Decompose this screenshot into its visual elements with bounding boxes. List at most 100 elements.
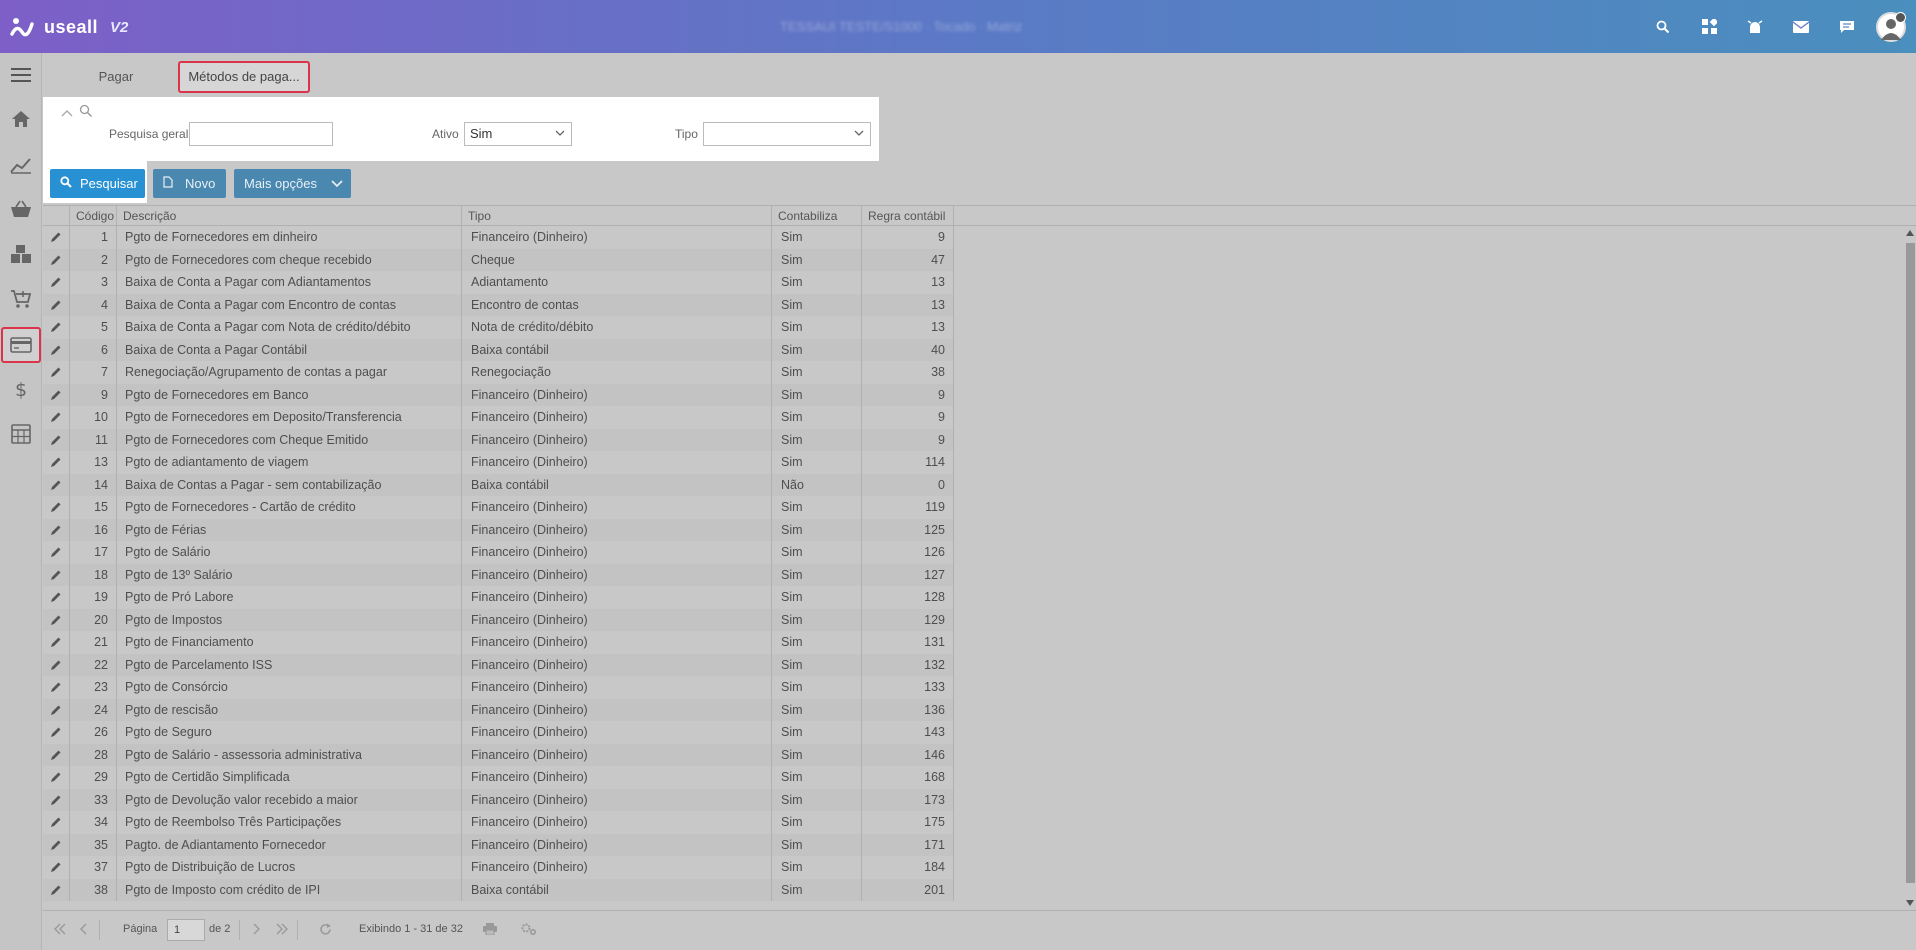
edit-row-icon[interactable] xyxy=(43,361,70,384)
edit-row-icon[interactable] xyxy=(43,406,70,429)
edit-row-icon[interactable] xyxy=(43,586,70,609)
table-row[interactable]: 11 Pgto de Fornecedores com Cheque Emitid… xyxy=(43,428,954,451)
col-header-tipo[interactable]: Tipo xyxy=(462,206,772,226)
table-row[interactable]: 4 Baixa de Conta a Pagar com Encontro de … xyxy=(43,293,954,316)
edit-row-icon[interactable] xyxy=(43,878,70,901)
edit-row-icon[interactable] xyxy=(43,721,70,744)
search-button[interactable]: Pesquisar xyxy=(50,169,145,198)
table-row[interactable]: 35 Pagto. de Adiantamento Fornecedor Finan… xyxy=(43,833,954,856)
chevron-up-icon[interactable] xyxy=(61,106,73,120)
table-row[interactable]: 5 Baixa de Conta a Pagar com Nota de créd… xyxy=(43,316,954,339)
table-row[interactable]: 33 Pgto de Devolução valor recebido a mai… xyxy=(43,788,954,811)
basket-icon[interactable] xyxy=(0,189,42,229)
edit-row-icon[interactable] xyxy=(43,518,70,541)
previous-page-icon[interactable] xyxy=(79,923,87,938)
edit-row-icon[interactable] xyxy=(43,608,70,631)
table-row[interactable]: 1 Pgto de Fornecedores em dinheiro Finance… xyxy=(43,226,954,249)
general-search-input[interactable] xyxy=(189,122,333,146)
table-row[interactable]: 29 Pgto de Certidão Simplificada Financeir… xyxy=(43,766,954,789)
chat-icon[interactable] xyxy=(1824,0,1870,53)
table-row[interactable]: 21 Pgto de Financiamento Financeiro (Dinhe… xyxy=(43,631,954,654)
table-row[interactable]: 6 Baixa de Conta a Pagar Contábil Baixa co… xyxy=(43,338,954,361)
table-row[interactable]: 26 Pgto de Seguro Financeiro (Dinheiro) Sim… xyxy=(43,721,954,744)
new-button[interactable]: Novo xyxy=(153,169,226,198)
table-row[interactable]: 13 Pgto de adiantamento de viagem Financei… xyxy=(43,451,954,474)
refresh-icon[interactable] xyxy=(319,923,332,939)
table-row[interactable]: 16 Pgto de Férias Financeiro (Dinheiro) Sim… xyxy=(43,518,954,541)
table-row[interactable]: 38 Pgto de Imposto com crédito de IPI Baix… xyxy=(43,878,954,901)
dollar-icon[interactable]: $ xyxy=(0,369,42,409)
next-page-icon[interactable] xyxy=(253,923,261,938)
table-row[interactable]: 22 Pgto de Parcelamento ISS Financeiro (Di… xyxy=(43,653,954,676)
edit-row-icon[interactable] xyxy=(43,743,70,766)
apps-icon[interactable] xyxy=(1686,0,1732,53)
scrollbar-thumb[interactable] xyxy=(1906,243,1915,883)
table-row[interactable]: 18 Pgto de 13º Salário Financeiro (Dinheir… xyxy=(43,563,954,586)
search-icon[interactable] xyxy=(1640,0,1686,53)
filter-toggle[interactable] xyxy=(61,104,93,121)
boxes-icon[interactable] xyxy=(0,234,42,274)
edit-row-icon[interactable] xyxy=(43,271,70,294)
edit-row-icon[interactable] xyxy=(43,631,70,654)
table-row[interactable]: 2 Pgto de Fornecedores com cheque recebid… xyxy=(43,248,954,271)
last-page-icon[interactable] xyxy=(275,923,289,938)
cart-icon[interactable] xyxy=(0,279,42,319)
tab-metodos-pagamento[interactable]: Métodos de paga... xyxy=(178,61,310,93)
user-avatar[interactable] xyxy=(1876,11,1906,42)
table-row[interactable]: 24 Pgto de rescisão Financeiro (Dinheiro) S… xyxy=(43,698,954,721)
first-page-icon[interactable] xyxy=(53,923,67,938)
edit-row-icon[interactable] xyxy=(43,338,70,361)
home-icon[interactable] xyxy=(0,99,42,139)
edit-row-icon[interactable] xyxy=(43,698,70,721)
edit-row-icon[interactable] xyxy=(43,653,70,676)
table-row[interactable]: 9 Pgto de Fornecedores em Banco Financeiro… xyxy=(43,383,954,406)
table-row[interactable]: 15 Pgto de Fornecedores - Cartão de crédi… xyxy=(43,496,954,519)
edit-row-icon[interactable] xyxy=(43,541,70,564)
table-row[interactable]: 23 Pgto de Consórcio Financeiro (Dinheiro)… xyxy=(43,676,954,699)
menu-icon[interactable] xyxy=(0,55,42,95)
edit-row-icon[interactable] xyxy=(43,833,70,856)
edit-row-icon[interactable] xyxy=(43,811,70,834)
page-number-input[interactable]: 1 xyxy=(167,919,205,941)
edit-row-icon[interactable] xyxy=(43,766,70,789)
app-logo[interactable]: useall V2 xyxy=(10,15,128,39)
edit-row-icon[interactable] xyxy=(43,293,70,316)
col-header-contabiliza[interactable]: Contabiliza xyxy=(772,206,862,226)
ativo-select[interactable]: Sim xyxy=(464,122,572,146)
tab-pagar[interactable]: Pagar xyxy=(83,61,149,93)
edit-row-icon[interactable] xyxy=(43,856,70,879)
edit-row-icon[interactable] xyxy=(43,563,70,586)
chart-icon[interactable] xyxy=(0,145,42,185)
vertical-scrollbar[interactable] xyxy=(1904,226,1916,910)
edit-row-icon[interactable] xyxy=(43,316,70,339)
more-options-button[interactable]: Mais opções xyxy=(234,169,351,198)
table-row[interactable]: 14 Baixa de Contas a Pagar - sem contabil… xyxy=(43,473,954,496)
table-row[interactable]: 28 Pgto de Salário - assessoria administr… xyxy=(43,743,954,766)
edit-row-icon[interactable] xyxy=(43,496,70,519)
print-icon[interactable] xyxy=(483,923,497,938)
tipo-select[interactable] xyxy=(703,122,871,146)
edit-row-icon[interactable] xyxy=(43,788,70,811)
col-header-regra-contabil[interactable]: Regra contábil xyxy=(862,206,954,226)
settings-icon[interactable] xyxy=(521,923,537,938)
table-row[interactable]: 34 Pgto de Reembolso Três Participações Fi… xyxy=(43,811,954,834)
table-row[interactable]: 10 Pgto de Fornecedores em Deposito/Trans… xyxy=(43,406,954,429)
mail-icon[interactable] xyxy=(1778,0,1824,53)
edit-row-icon[interactable] xyxy=(43,248,70,271)
table-row[interactable]: 37 Pgto de Distribuição de Lucros Financei… xyxy=(43,856,954,879)
col-header-codigo[interactable]: Código xyxy=(70,206,117,226)
table-row[interactable]: 19 Pgto de Pró Labore Financeiro (Dinheiro… xyxy=(43,586,954,609)
table-row[interactable]: 17 Pgto de Salário Financeiro (Dinheiro) Si… xyxy=(43,541,954,564)
table-row[interactable]: 3 Baixa de Conta a Pagar com Adiantamento… xyxy=(43,271,954,294)
edit-row-icon[interactable] xyxy=(43,676,70,699)
alarm-icon[interactable] xyxy=(1732,0,1778,53)
edit-row-icon[interactable] xyxy=(43,451,70,474)
table-row[interactable]: 7 Renegociação/Agrupamento de contas a pa… xyxy=(43,361,954,384)
calculator-icon[interactable] xyxy=(0,414,42,454)
edit-row-icon[interactable] xyxy=(43,383,70,406)
payment-card-icon[interactable] xyxy=(1,327,41,363)
table-row[interactable]: 20 Pgto de Impostos Financeiro (Dinheiro) S… xyxy=(43,608,954,631)
company-context[interactable]: TESSAUI TESTE/S1000 · Tocado · Matriz xyxy=(780,19,1022,34)
col-header-descricao[interactable]: Descrição xyxy=(117,206,462,226)
edit-row-icon[interactable] xyxy=(43,428,70,451)
